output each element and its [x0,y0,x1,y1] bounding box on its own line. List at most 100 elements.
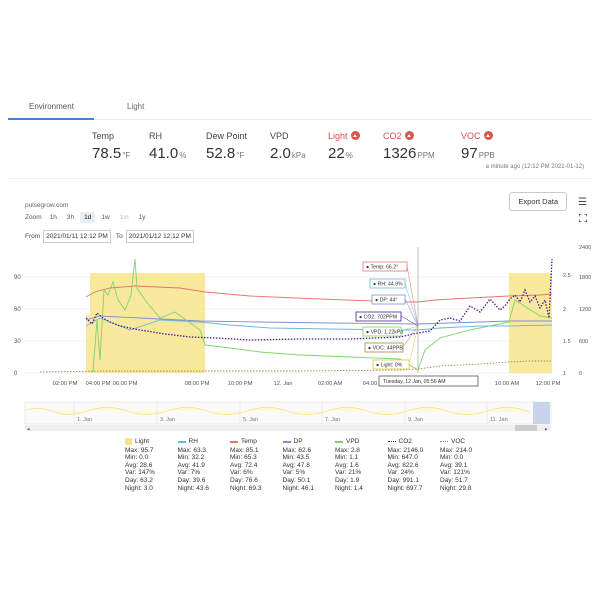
zoom-1m-button: 1m [119,214,129,221]
metric-label: VPD [270,130,289,141]
legend-stat: Day: 1.9 [335,476,360,484]
legend-stat: Var: 21% [335,469,362,477]
legend-stat: Day: 76.6 [230,476,258,484]
legend-stat: Day: 39.6 [177,476,206,484]
metric-label: Light [328,130,348,141]
tab-light[interactable]: Light [127,102,144,111]
hamburger-menu-icon[interactable]: ☰ [578,197,587,208]
zoom-controls: Zoom 1h 3h 1d 1w 1m 1y [25,212,150,223]
navigator-chart[interactable]: 1. Jan 3. Jan 5. Jan 7. Jan 9. Jan 11. Jan ◂ … [0,398,600,434]
legend-stat: Var: 7% [177,469,201,477]
from-label: From [25,233,41,240]
legend-stat: Var: 5% [282,469,306,477]
legend-stat: Min: 647.0 [387,454,418,462]
to-label: To [115,233,123,240]
zoom-1h-button[interactable]: 1h [46,212,61,223]
metric-label: CO2 [383,130,402,141]
to-date-input[interactable]: 2021/01/12 12:12 PM [125,230,194,243]
metric-light: Light 22% [328,130,360,162]
metric-unit: % [345,151,353,160]
legend-stat: Min: 0.0 [440,454,464,462]
legend-name: RH [188,438,198,445]
alert-up-icon [350,131,360,140]
zoom-1d-button[interactable]: 1d [80,212,96,223]
active-tab-indicator [8,118,94,120]
legend-stat: Min: 1.1 [335,454,359,462]
legend-stat: Night: 43.6 [177,484,209,492]
navigator-label: 3. Jan [160,417,175,423]
legend-name: VOC [451,438,466,445]
navigator-selection[interactable] [533,402,550,424]
metric-value: 52.8 [206,145,236,162]
legend-item-temp[interactable]: Temp Max: 85.1 Min: 65.3 Avg: 72.4 Var: 6% Da… [230,438,283,492]
legend-stat: Min: 43.5 [282,454,310,462]
metric-unit: kPa [291,151,306,160]
metric-vpd: VPD 2.0kPa [270,130,306,163]
export-data-button[interactable]: Export Data [509,192,567,211]
legend-item-rh[interactable]: RH Max: 63.3 Min: 32.2 Avg: 41.9 Var: 7% Day:… [177,438,231,492]
scrollbar-thumb[interactable] [515,425,537,431]
fullscreen-icon[interactable] [579,214,587,222]
legend-stat: Var: 6% [230,469,253,477]
legend-stat: Min: 32.2 [177,454,205,462]
legend-stat: Avg: 41.9 [177,461,205,469]
tab-bar: Environment Light [8,98,592,120]
legend-stat: Avg: 28.6 [125,461,153,469]
legend-stat: Night: 3.0 [125,484,153,492]
legend-stat: Max: 85.1 [230,446,259,454]
legend-item-vpd[interactable]: VPD Max: 2.8 Min: 1.1 Avg: 1.6 Var: 21% Day: … [335,438,388,492]
chart-legend: Light Max: 95.7 Min: 0.0 Avg: 28.6 Var: 147%… [125,438,493,492]
metric-unit: PPB [478,151,495,160]
legend-stat: Avg: 72.4 [230,461,258,469]
legend-swatch [230,441,238,443]
legend-stat: Max: 95.7 [125,446,154,454]
metric-temp: Temp 78.5°F [92,130,130,163]
legend-item-co2[interactable]: CO2 Max: 2146.0 Min: 647.0 Avg: 822.6 Var: 2… [387,438,441,492]
metric-label: VOC [461,130,481,141]
metric-dew-point: Dew Point 52.8°F [206,130,247,163]
legend-item-dp[interactable]: DP Max: 62.6 Min: 43.5 Avg: 47.8 Var: 5% Day:… [282,438,336,492]
zoom-label: Zoom [25,214,42,221]
legend-stat: Var: 147% [125,469,155,477]
legend-swatch [282,441,291,443]
tab-environment[interactable]: Environment [29,102,74,111]
metric-unit: % [179,151,187,160]
metric-co2: CO2 1326PPM [383,130,435,163]
navigator-label: 9. Jan [408,417,423,423]
metric-value: 41.0 [149,145,179,162]
legend-stat: Max: 63.3 [177,446,207,454]
legend-stat: Max: 2146.0 [387,446,424,454]
legend-stat: Var: 121% [440,469,470,477]
navigator-label: 7. Jan [325,417,340,423]
metric-voc: VOC 97PPB [461,130,495,163]
zoom-1w-button[interactable]: 1w [97,212,113,223]
legend-stat: Avg: 39.1 [440,461,468,469]
legend-name: CO2 [398,438,412,445]
last-updated: a minute ago (12:12 PM 2021-01-12) [485,164,584,170]
legend-stat: Max: 2.8 [335,446,360,454]
alert-up-icon [404,131,414,140]
chart-site-label: pulsegrow.com [25,202,69,209]
legend-stat: Day: 51.7 [440,476,468,484]
legend-stat: Avg: 1.6 [335,461,359,469]
navigator-scrollbar[interactable] [25,425,551,431]
zoom-1y-button[interactable]: 1y [135,212,150,223]
legend-stat: Night: 697.7 [387,484,423,492]
navigator-label: 1. Jan [77,417,92,423]
legend-stat: Min: 65.3 [230,454,257,462]
legend-stat: Night: 29.8 [440,484,472,492]
metric-unit: PPM [417,151,435,160]
legend-item-voc[interactable]: VOC Max: 214.0 Min: 0.0 Avg: 39.1 Var: 121% D… [440,438,493,492]
legend-name: VPD [346,438,360,445]
legend-swatch [335,441,343,443]
zoom-3h-button[interactable]: 3h [63,212,78,223]
legend-stat: Var: 24% [387,469,414,477]
legend-name: DP [293,438,303,445]
metric-value: 2.0 [270,145,291,162]
from-date-input[interactable]: 2021/01/11 12:12 PM [43,230,111,243]
legend-stat: Day: 991.1 [387,476,419,484]
metric-value: 22 [328,145,345,162]
legend-stat: Avg: 47.8 [282,461,310,469]
metric-rh: RH 41.0% [149,130,187,163]
legend-item-light[interactable]: Light Max: 95.7 Min: 0.0 Avg: 28.6 Var: 147%… [125,438,178,492]
